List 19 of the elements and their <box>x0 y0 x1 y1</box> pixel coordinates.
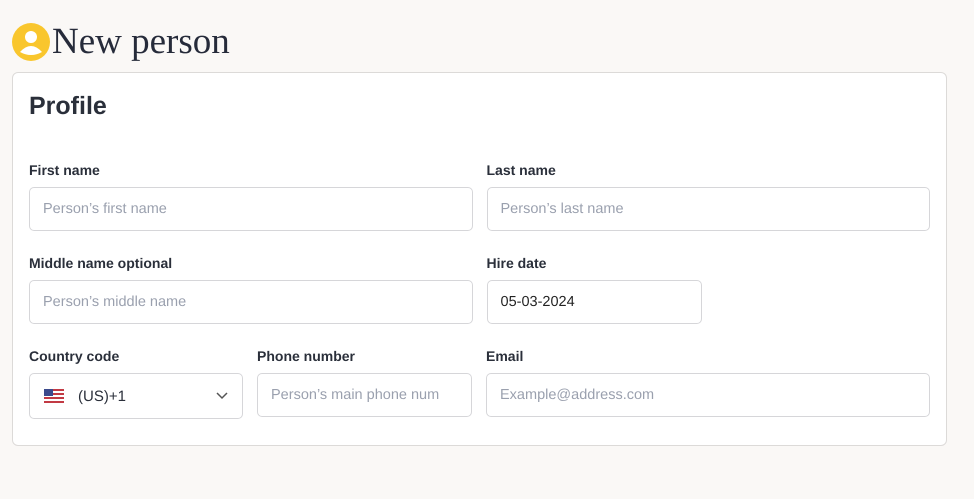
country-select[interactable]: (US)+1 <box>29 373 243 419</box>
person-icon <box>12 23 50 61</box>
input-field[interactable]: Person’s main phone num <box>257 373 472 417</box>
field-label: Hire date <box>486 255 548 271</box>
field-label: Phone number <box>257 348 356 364</box>
field-label: Last name <box>486 162 557 178</box>
input-field[interactable]: Person’s middle name <box>29 280 472 324</box>
date-field[interactable]: 05-03-2024 <box>486 280 702 324</box>
field-label: Email <box>486 348 524 364</box>
input-field[interactable]: Person’s first name <box>29 187 472 231</box>
field-label: Country code <box>29 348 120 364</box>
chevron-down-icon <box>216 392 228 400</box>
field-label: Middle name optional <box>29 255 174 271</box>
input-field[interactable]: Person’s last name <box>486 187 930 231</box>
card-title: Profile <box>29 91 108 122</box>
flag-icon <box>44 389 64 403</box>
input-field[interactable]: Example@address.com <box>486 373 930 417</box>
field-label: First name <box>29 162 101 178</box>
page-title: New person <box>52 22 230 62</box>
